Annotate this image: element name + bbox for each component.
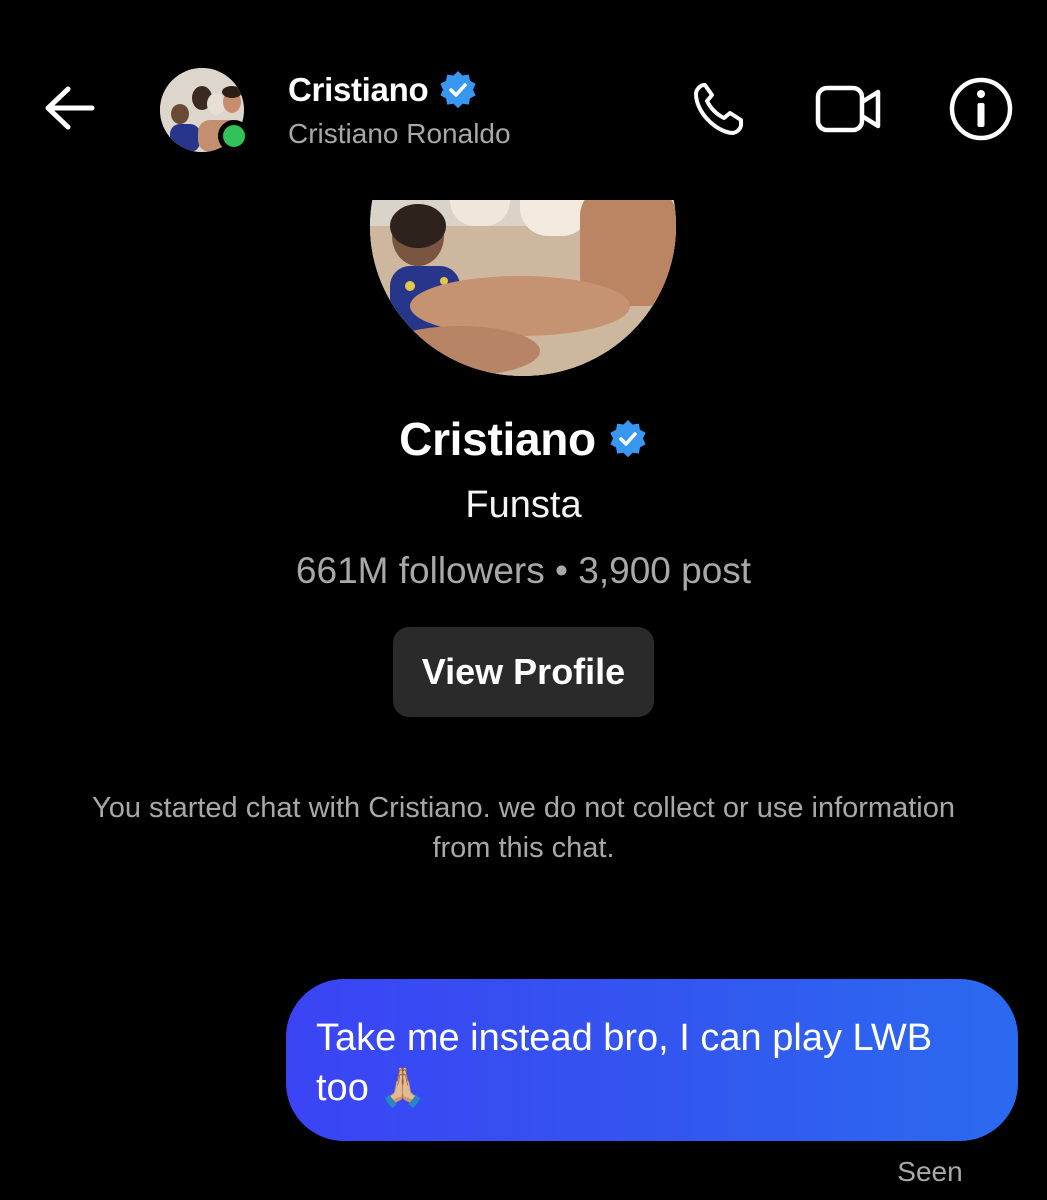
- back-button[interactable]: [40, 78, 100, 138]
- profile-name-row: Cristiano: [0, 412, 1047, 466]
- info-icon: [949, 77, 1013, 141]
- video-camera-icon: [815, 85, 881, 133]
- online-status-dot: [218, 120, 250, 152]
- info-button[interactable]: [946, 76, 1016, 142]
- header-title: Cristiano: [288, 71, 429, 108]
- message-text: Take me instead bro, I can play LWB too …: [316, 1017, 933, 1109]
- profile-tagline: Funsta: [465, 484, 582, 526]
- back-arrow-icon: [45, 86, 95, 130]
- profile-stats: 661M followers • 3,900 post: [295, 550, 752, 591]
- header-subtitle: Cristiano Ronaldo: [288, 118, 511, 149]
- message-seen-status: Seen: [897, 1156, 963, 1187]
- chat-start-notice: You started chat with Cristiano. we do n…: [92, 792, 955, 864]
- profile-name: Cristiano: [399, 413, 596, 465]
- header-avatar[interactable]: [160, 68, 250, 152]
- header-name-row[interactable]: Cristiano: [288, 70, 478, 110]
- video-call-button[interactable]: [814, 76, 884, 142]
- audio-call-button[interactable]: [683, 76, 753, 142]
- verified-badge-icon: [608, 419, 648, 459]
- outgoing-message-bubble[interactable]: Take me instead bro, I can play LWB too …: [286, 979, 1018, 1141]
- chat-header: Cristiano Cristiano Ronaldo: [0, 0, 1047, 200]
- verified-badge-icon: [438, 70, 478, 110]
- phone-icon: [694, 83, 743, 135]
- view-profile-button[interactable]: View Profile: [393, 627, 654, 717]
